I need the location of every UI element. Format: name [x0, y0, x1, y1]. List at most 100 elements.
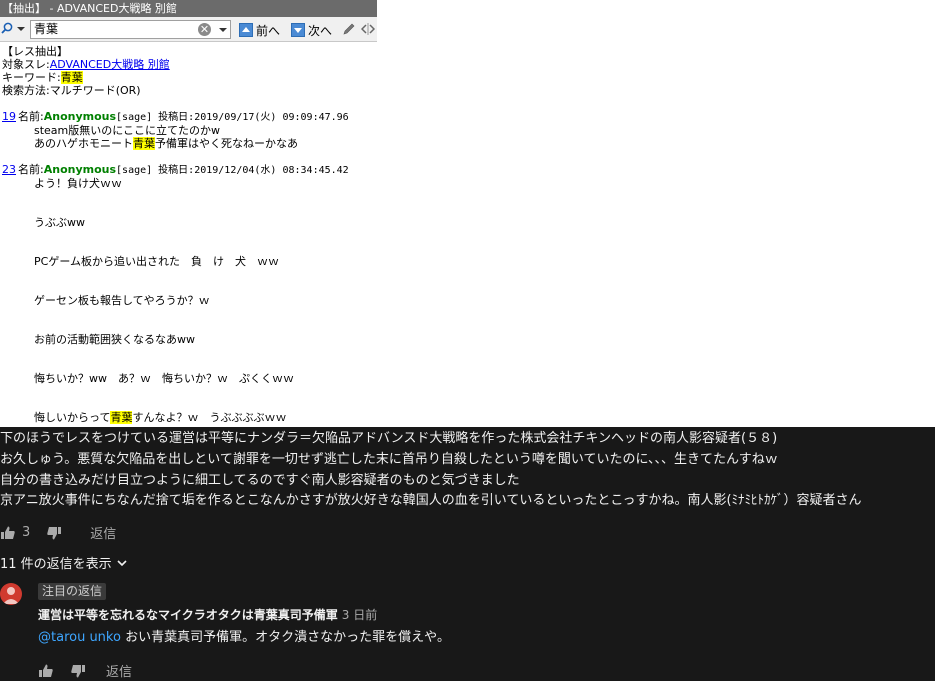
post-text: うぶぶww	[34, 216, 85, 229]
post-body-line: よう！負け犬ｗｗ	[2, 177, 375, 190]
name-label: 名前:	[18, 163, 44, 176]
like-count: 3	[22, 525, 31, 540]
post-body-line	[2, 229, 375, 242]
post-body-line	[2, 385, 375, 398]
reply-timestamp[interactable]: 3 日前	[342, 608, 377, 622]
post-text: 悔ちいか？ww あ？ｗ 悔ちいか？ｗ ぷくくｗｗ	[34, 372, 294, 385]
post-body-line: お前の活動範囲狭くなるなあww	[2, 333, 375, 346]
post-header: 19 名前:Anonymous[sage] 投稿日:2019/09/17(火) 0…	[2, 110, 375, 124]
grip-icon[interactable]	[361, 22, 375, 36]
search-input[interactable]	[34, 21, 194, 38]
post-body-line	[2, 268, 375, 281]
keyword-value: 青葉	[60, 71, 83, 84]
search-toolbar: ✕ 前へ 次へ	[0, 17, 377, 42]
comment-actions: 3 返信	[0, 523, 116, 542]
keyword-label: キーワード:	[2, 71, 61, 84]
post-body-line: ゲーセン板も報告してやろうか？ｗ	[2, 294, 375, 307]
post-number-link[interactable]: 19	[2, 110, 18, 123]
search-mode-dropdown-icon[interactable]	[17, 27, 25, 31]
next-label: 次へ	[308, 23, 333, 38]
extract-header: 【レス抽出】	[2, 45, 68, 58]
post-text: 予備軍はやく死なねーかなあ	[155, 137, 298, 150]
post-body-line	[2, 359, 375, 372]
post-body-line: あのハゲホモニート青葉予備軍はやく死なねーかなあ	[2, 137, 375, 150]
like-icon[interactable]	[38, 663, 54, 679]
poster-mail: [sage]	[116, 112, 153, 123]
comment-line: お久しゅう。悪質な欠陥品を出しといて謝罪を一切せず逃亡した末に首吊り自殺したとい…	[0, 452, 778, 467]
post-body-line	[2, 281, 375, 294]
post: 19 名前:Anonymous[sage] 投稿日:2019/09/17(火) 0…	[2, 110, 375, 150]
post-body-line	[2, 398, 375, 411]
post-text: お前の活動範囲狭くなるなあww	[34, 333, 195, 346]
history-dropdown-icon[interactable]	[219, 28, 227, 32]
post-text: PCゲーム板から追い出された 負 け 犬 ｗｗ	[34, 255, 279, 268]
target-label: 対象スレ:	[2, 58, 50, 71]
reply-body: おい青葉真司予備軍。オタク潰さなかった罪を償えや。	[120, 630, 450, 645]
post-body-line: 悔ちいか？ww あ？ｗ 悔ちいか？ｗ ぷくくｗｗ	[2, 372, 375, 385]
post-body-line	[2, 242, 375, 255]
post-number-link[interactable]: 23	[2, 163, 18, 176]
show-replies-label: 11 件の返信を表示	[0, 557, 112, 572]
search-icon[interactable]	[1, 22, 13, 34]
post-body-line: steam版無いのにここに立てたのかw	[2, 124, 375, 137]
down-arrow-icon	[291, 23, 305, 37]
post-body-line	[2, 346, 375, 359]
up-arrow-icon	[239, 23, 253, 37]
show-replies-button[interactable]: 11 件の返信を表示	[0, 553, 128, 572]
thread-extract-window: 【抽出】 - ADVANCED大戦略 別館 ✕ 前へ 次へ 【レ	[0, 0, 377, 427]
post-body-line	[2, 190, 375, 203]
comment-section: 下のほうでレスをつけている運営は平等にナンダラ＝欠陥品アドバンスド大戦略を作った…	[0, 427, 935, 681]
post-body-line: うぶぶww	[2, 216, 375, 229]
post-date: 投稿日:2019/12/04(水) 08:34:45.42	[152, 165, 349, 176]
reply-text: @tarou unko おい青葉真司予備軍。オタク潰さなかった罪を償えや。	[38, 628, 450, 648]
reply-button[interactable]: 返信	[106, 661, 132, 680]
post-date: 投稿日:2019/09/17(火) 09:09:47.96	[152, 112, 349, 123]
search-box: ✕	[30, 20, 231, 39]
comment-line: 京アニ放火事件にちなんだ捨て垢を作るとこなんかさすが放火好きな韓国人の血を引いて…	[0, 493, 862, 508]
target-thread-row: 対象スレ:ADVANCED大戦略 別館	[2, 58, 375, 71]
keyword-row: キーワード:青葉	[2, 71, 375, 84]
reply-button[interactable]: 返信	[90, 523, 116, 542]
reply-mention-link[interactable]: @tarou unko	[38, 630, 121, 645]
dislike-icon[interactable]	[46, 525, 62, 541]
post-text: よう！負け犬ｗｗ	[34, 177, 122, 190]
clear-icon[interactable]: ✕	[198, 23, 211, 36]
comment-line: 自分の書き込みだけ目立つように細工してるのですぐ南人影容疑者のものと気づきました	[0, 473, 520, 488]
reply-author-row: 運営は平等を忘れるなマイクラオタクは青葉真司予備軍 3 日前	[38, 606, 377, 624]
like-icon[interactable]	[0, 525, 16, 541]
post-text: ゲーセン板も報告してやろうか？ｗ	[34, 294, 210, 307]
post-text: あのハゲホモニート	[34, 137, 133, 150]
post-body-line	[2, 307, 375, 320]
keyword-highlight: 青葉	[110, 411, 133, 424]
post-body-line: PCゲーム板から追い出された 負 け 犬 ｗｗ	[2, 255, 375, 268]
poster-name: Anonymous	[43, 110, 117, 123]
window-title: 【抽出】 - ADVANCED大戦略 別館	[0, 0, 377, 17]
chevron-down-icon	[117, 559, 127, 566]
extract-content: 【レス抽出】 対象スレ:ADVANCED大戦略 別館 キーワード:青葉 検索方法…	[0, 42, 377, 427]
post-body-line: 悔しいからって青葉すんなよ？ｗ うぶぶぶぶｗｗ	[2, 411, 375, 424]
reply-actions: 返信	[38, 661, 132, 680]
post-body-line	[2, 203, 375, 216]
prev-label: 前へ	[256, 23, 281, 38]
target-thread-link[interactable]: ADVANCED大戦略 別館	[50, 58, 170, 71]
pen-icon[interactable]	[342, 22, 356, 36]
prev-button[interactable]: 前へ	[239, 21, 280, 39]
post: 23 名前:Anonymous[sage] 投稿日:2019/12/04(水) 0…	[2, 163, 375, 424]
post-text: steam版無いのにここに立てたのかw	[34, 124, 221, 137]
post-header: 23 名前:Anonymous[sage] 投稿日:2019/12/04(水) 0…	[2, 163, 375, 177]
poster-mail: [sage]	[116, 165, 153, 176]
highlighted-reply-badge: 注目の返信	[38, 583, 107, 600]
next-button[interactable]: 次へ	[291, 21, 332, 39]
keyword-highlight: 青葉	[133, 137, 155, 150]
search-method: 検索方法:マルチワード(OR)	[2, 84, 141, 97]
dislike-icon[interactable]	[70, 663, 86, 679]
post-body-line	[2, 320, 375, 333]
post-text: すんなよ？ｗ うぶぶぶぶｗｗ	[132, 411, 287, 424]
name-label: 名前:	[18, 110, 44, 123]
reply-author[interactable]: 運営は平等を忘れるなマイクラオタクは青葉真司予備軍	[38, 608, 338, 622]
post-list: 19 名前:Anonymous[sage] 投稿日:2019/09/17(火) 0…	[2, 110, 375, 424]
comment-line: 下のほうでレスをつけている運営は平等にナンダラ＝欠陥品アドバンスド大戦略を作った…	[0, 431, 778, 446]
poster-name: Anonymous	[43, 163, 117, 176]
avatar[interactable]	[0, 583, 22, 605]
post-text: 悔しいからって	[34, 411, 111, 424]
